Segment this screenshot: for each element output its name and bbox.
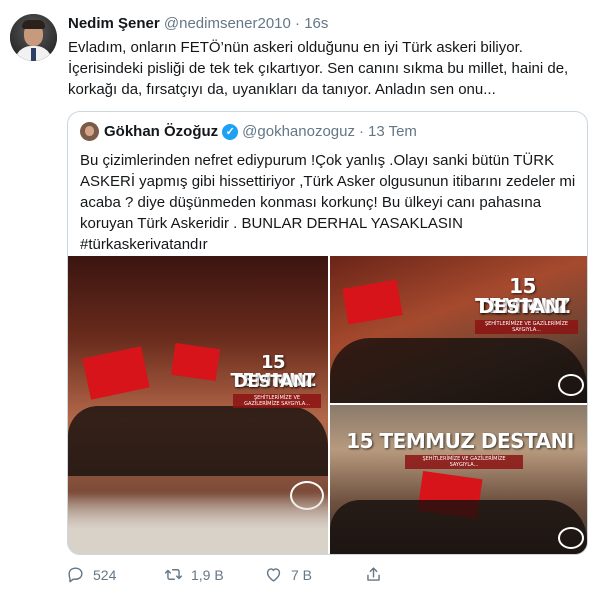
retweet-icon [164, 569, 183, 580]
poster-image-3[interactable]: 15 TEMMUZ DESTANI ŞEHİTLERİMİZE VE GAZİL… [330, 405, 587, 554]
quoted-media-grid: 15 TEMMUZ DESTANI ŞEHİTLERİMİZE VE GAZİL… [68, 256, 587, 554]
reply-count: 524 [93, 566, 117, 583]
quoted-author-handle: @gokhanozoguz [242, 123, 355, 140]
reply-button[interactable]: 524 [66, 565, 116, 584]
reply-icon [68, 567, 83, 583]
tweet-header: Nedim Şener @nedimsener2010 · 16s [68, 15, 328, 32]
poster-3-subtitle: ŞEHİTLERİMİZE VE GAZİLERİMİZE SAYGIYLA..… [405, 455, 523, 469]
separator-dot: · [295, 15, 301, 32]
quoted-tweet-text: Bu çizimlerinden nefret ediypurum !Çok y… [80, 152, 576, 253]
anniversary-logo-icon [558, 374, 584, 396]
like-button[interactable]: 7 B [264, 565, 312, 584]
share-icon [367, 567, 380, 581]
author-handle[interactable]: @nedimsener2010 [164, 15, 291, 32]
separator-dot: · [358, 123, 364, 140]
retweet-count: 1,9 B [191, 566, 224, 583]
quoted-timestamp: 13 Tem [367, 123, 417, 140]
poster-3-title: 15 TEMMUZ DESTANI [346, 429, 574, 453]
verified-badge-icon: ✓ [222, 123, 239, 140]
quoted-tweet[interactable]: Gökhan Özoğuz ✓ @gokhanozoguz · 13 Tem B… [67, 111, 588, 555]
quoted-tweet-header: Gökhan Özoğuz ✓ @gokhanozoguz · 13 Tem [104, 123, 417, 140]
poster-image-2[interactable]: 15 TEMMUZ DESTANI ŞEHİTLERİMİZE VE GAZİL… [330, 256, 587, 403]
tweet-actions: 524 1,9 B 7 B [66, 565, 586, 587]
tweet-timestamp[interactable]: 16s [304, 15, 328, 32]
tweet-text: Evladım, onların FETÖ’nün askeri olduğun… [68, 39, 569, 98]
tweet[interactable]: Nedim Şener @nedimsener2010 · 16s Evladı… [0, 0, 600, 598]
like-count: 7 B [291, 566, 313, 583]
heart-icon [266, 568, 281, 582]
quoted-author-name: Gökhan Özoğuz [104, 123, 219, 140]
retweet-button[interactable]: 1,9 B [164, 565, 224, 584]
anniversary-logo-icon [558, 527, 584, 549]
author-avatar[interactable] [10, 14, 57, 61]
poster-2-subtitle: ŞEHİTLERİMİZE VE GAZİLERİMİZE SAYGIYLA..… [475, 320, 578, 334]
quoted-author-avatar [80, 122, 99, 141]
author-name[interactable]: Nedim Şener [68, 15, 160, 32]
poster-1-subtitle: ŞEHİTLERİMİZE VE GAZİLERİMİZE SAYGIYLA..… [233, 394, 321, 408]
share-button[interactable] [364, 565, 383, 584]
poster-1-title-line2: DESTANI [233, 372, 313, 392]
poster-image-1[interactable]: 15 TEMMUZ DESTANI ŞEHİTLERİMİZE VE GAZİL… [68, 256, 328, 554]
poster-2-title-line2: DESTANI [478, 296, 567, 318]
